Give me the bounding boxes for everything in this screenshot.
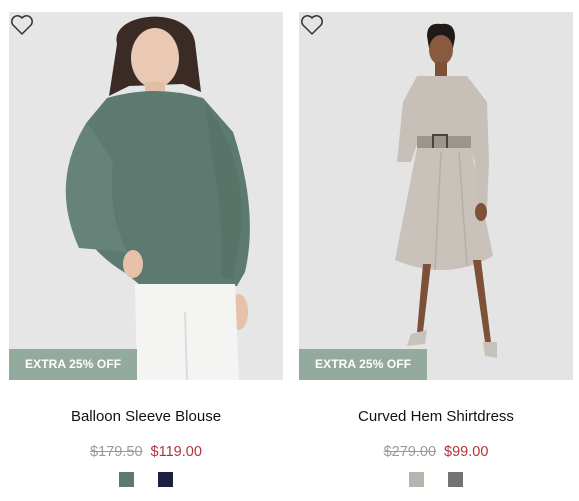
product-price: $179.50 $119.00: [9, 444, 283, 460]
product-card[interactable]: EXTRA 25% OFF Curved Hem Shirtdress $279…: [299, 0, 573, 501]
heart-outline-icon[interactable]: [299, 12, 325, 38]
sale-price: $99.00: [444, 444, 489, 460]
product-price: $279.00 $99.00: [299, 444, 573, 460]
color-swatches: [9, 472, 283, 487]
model-photo-shirtdress: [299, 12, 573, 380]
model-photo-blouse: [9, 12, 283, 380]
color-swatch-green[interactable]: [119, 472, 134, 487]
product-name[interactable]: Curved Hem Shirtdress: [299, 408, 573, 425]
discount-badge: EXTRA 25% OFF: [299, 349, 428, 380]
heart-outline-icon[interactable]: [9, 12, 35, 38]
sale-price: $119.00: [150, 444, 202, 460]
original-price: $179.50: [90, 444, 143, 460]
original-price: $279.00: [383, 444, 437, 460]
product-name[interactable]: Balloon Sleeve Blouse: [9, 408, 283, 425]
product-image[interactable]: EXTRA 25% OFF: [299, 12, 573, 380]
color-swatch-gray[interactable]: [448, 472, 463, 487]
color-swatch-taupe[interactable]: [409, 472, 424, 487]
color-swatch-navy[interactable]: [158, 472, 173, 487]
product-image[interactable]: EXTRA 25% OFF: [9, 12, 283, 380]
discount-badge: EXTRA 25% OFF: [9, 349, 138, 380]
color-swatches: [299, 472, 573, 487]
product-card[interactable]: EXTRA 25% OFF Balloon Sleeve Blouse $179…: [9, 0, 283, 501]
